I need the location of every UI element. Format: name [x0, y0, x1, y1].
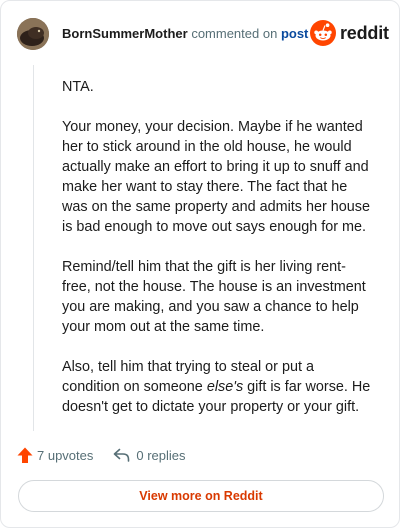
- embedded-comment-card: BornSummerMother commented on post reddi…: [0, 0, 400, 528]
- comment-text: Remind/tell him that the gift is her liv…: [62, 259, 366, 335]
- comment-text: Your money, your decision. Maybe if he w…: [62, 119, 370, 235]
- reply-button[interactable]: 0 replies: [113, 447, 186, 463]
- comment-body: NTA. Your money, your decision. Maybe if …: [62, 77, 374, 437]
- comment-actions: 7 upvotes 0 replies: [17, 445, 186, 465]
- comment-paragraph: NTA.: [62, 77, 374, 97]
- reddit-wordmark: reddit: [340, 22, 389, 43]
- action-text: commented on: [191, 26, 278, 41]
- avatar-image: [17, 18, 49, 50]
- view-more-label: View more on Reddit: [139, 489, 263, 503]
- comment-emphasis: else's: [206, 379, 244, 395]
- comment-paragraph: Your money, your decision. Maybe if he w…: [62, 117, 374, 237]
- post-link[interactable]: post: [281, 26, 308, 41]
- reply-count: 0 replies: [136, 447, 186, 463]
- reddit-snoo-icon: [310, 20, 336, 46]
- comment-text: NTA.: [62, 79, 94, 95]
- reddit-logo[interactable]: reddit: [310, 19, 389, 47]
- comment-header: BornSummerMother commented on post reddi…: [1, 1, 400, 65]
- upvote-count: 7 upvotes: [37, 447, 94, 463]
- comment-paragraph: Also, tell him that trying to steal or p…: [62, 357, 374, 417]
- user-avatar[interactable]: [17, 18, 49, 50]
- reply-arrow-icon: [114, 448, 130, 462]
- comment-meta: BornSummerMother commented on post: [62, 26, 308, 42]
- upvote-button[interactable]: 7 upvotes: [17, 447, 93, 464]
- username-link[interactable]: BornSummerMother: [62, 26, 188, 41]
- upvote-arrow-icon: [17, 447, 33, 463]
- comment-paragraph: Remind/tell him that the gift is her liv…: [62, 257, 374, 337]
- thread-line: [33, 65, 34, 431]
- view-more-on-reddit-button[interactable]: View more on Reddit: [18, 480, 384, 512]
